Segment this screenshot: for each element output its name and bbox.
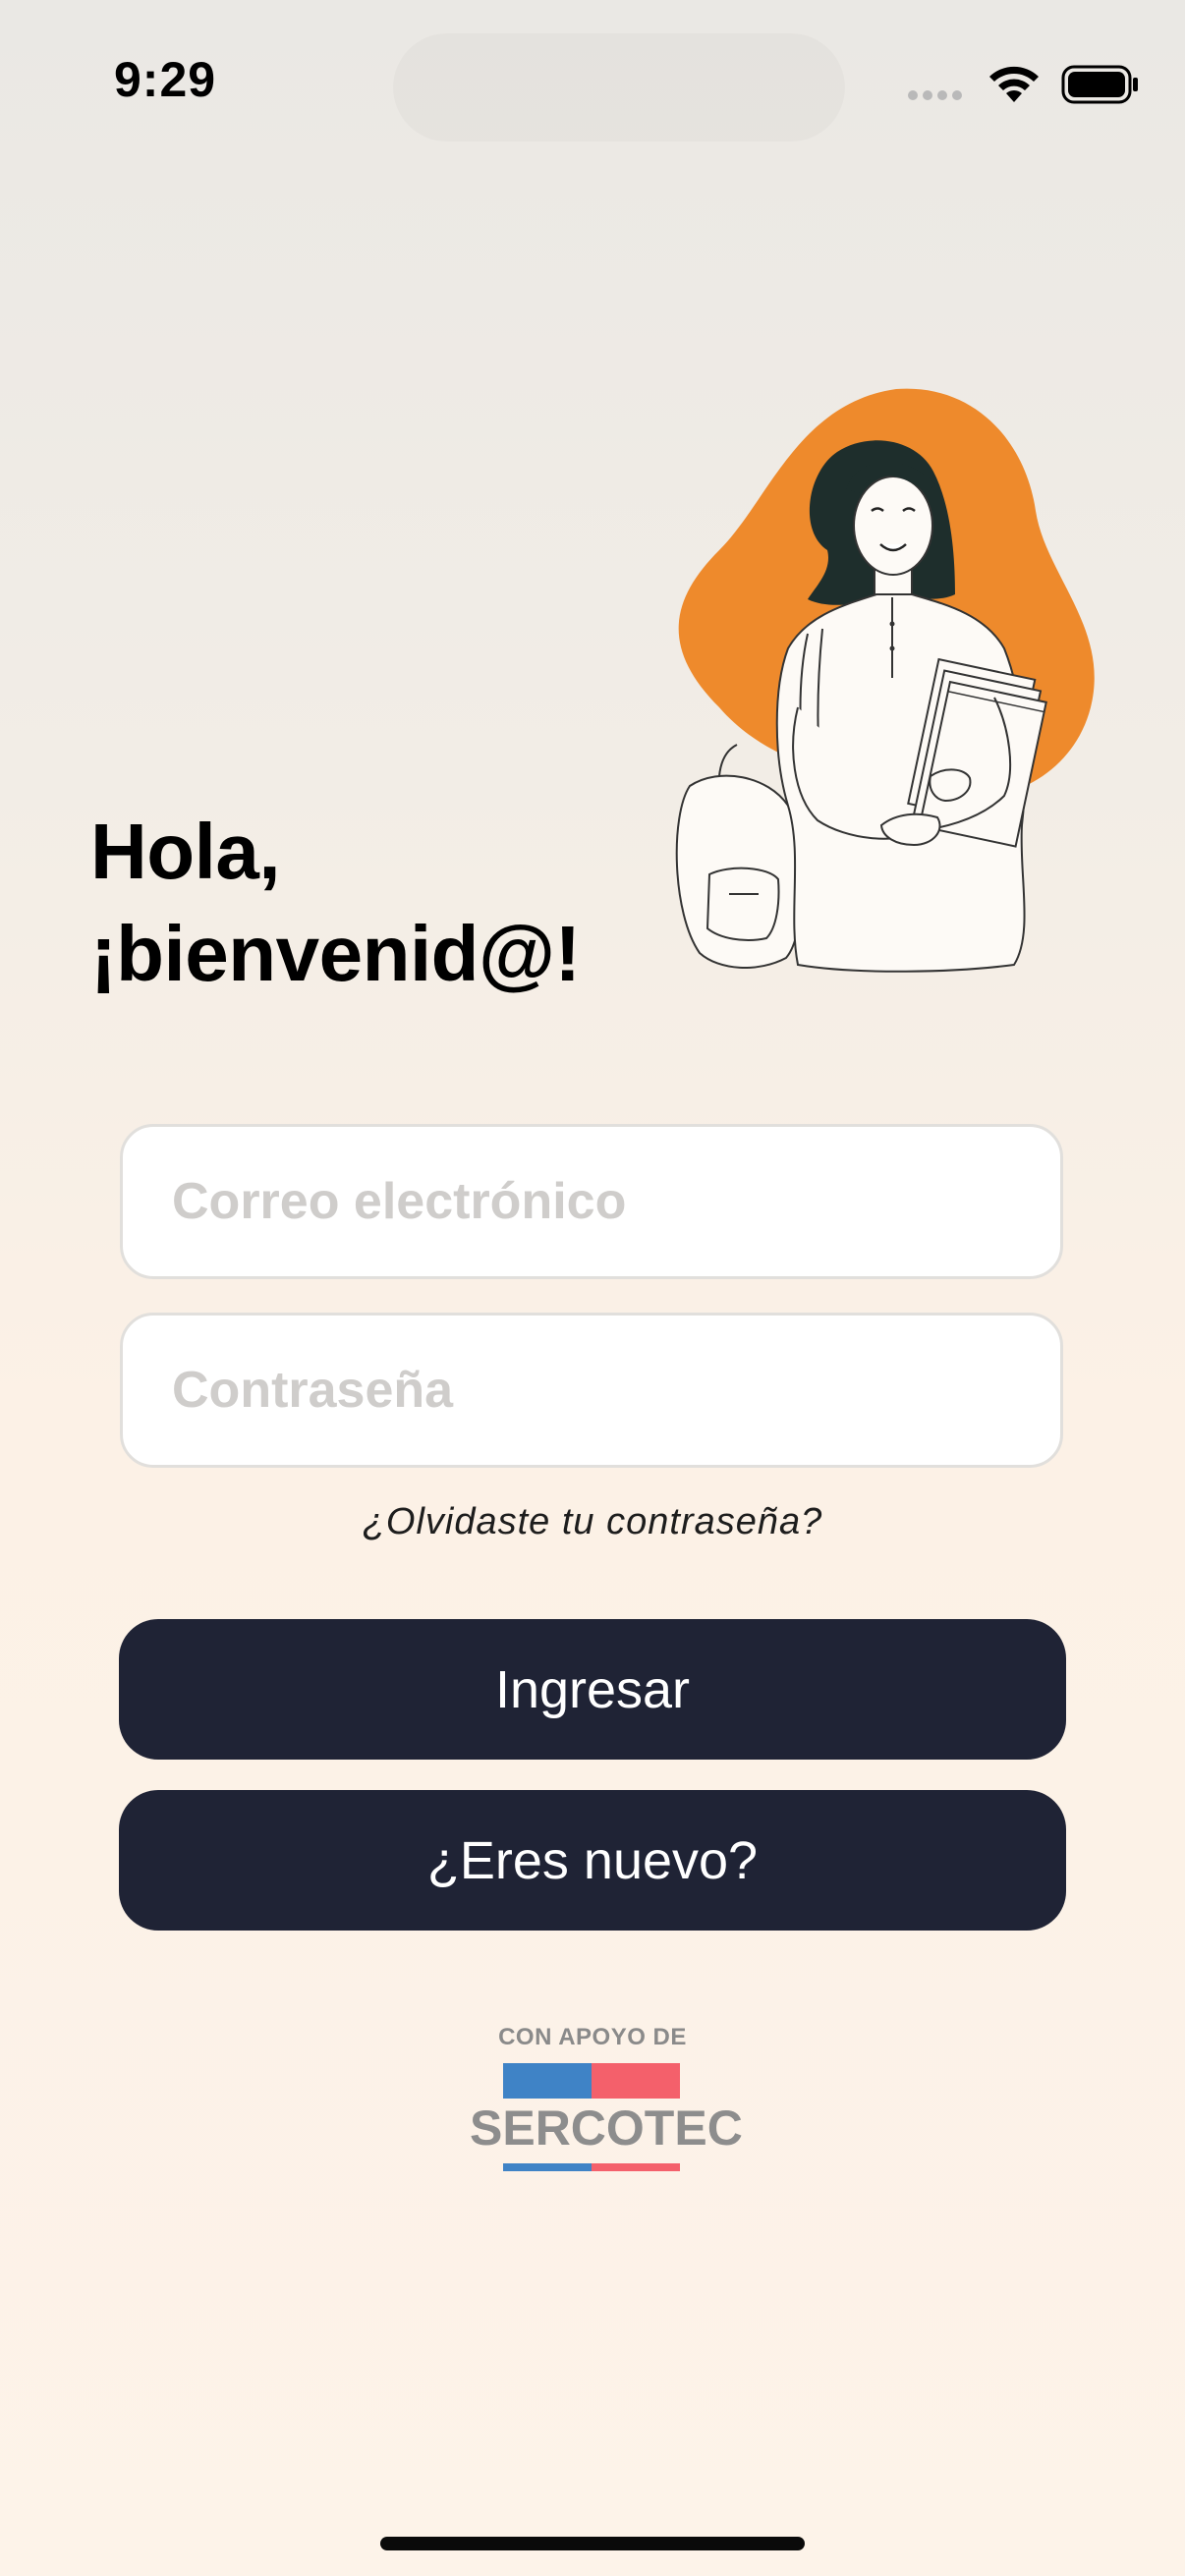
email-field-container — [120, 1124, 1063, 1279]
greeting-line-2: ¡bienvenid@! — [90, 910, 581, 997]
student-woman-illustration — [675, 388, 1095, 973]
status-bar: 9:29 — [0, 0, 1185, 167]
greeting-line-1: Hola, — [90, 808, 281, 895]
greeting-heading: Hola, ¡bienvenid@! — [90, 801, 581, 1005]
signal-dots-icon — [908, 90, 962, 100]
sercotec-logo: CON APOYO DE SERCOTEC — [470, 2024, 743, 2181]
password-field[interactable] — [123, 1316, 1060, 1465]
brand-name: SERCOTEC — [470, 2100, 743, 2156]
status-time: 9:29 — [114, 52, 217, 107]
password-field-container — [120, 1313, 1063, 1468]
flag-stripe-bottom — [503, 2163, 680, 2171]
dynamic-island — [393, 33, 845, 141]
battery-icon — [1061, 65, 1138, 104]
login-button[interactable]: Ingresar — [119, 1619, 1066, 1760]
support-caption: CON APOYO DE — [498, 2024, 687, 2050]
register-button[interactable]: ¿Eres nuevo? — [119, 1790, 1066, 1931]
home-indicator[interactable] — [380, 2537, 805, 2550]
forgot-password-link[interactable]: ¿Olvidaste tu contraseña? — [0, 1501, 1185, 1543]
email-field[interactable] — [123, 1127, 1060, 1276]
flag-stripe-top — [503, 2063, 680, 2099]
wifi-icon — [989, 66, 1039, 102]
